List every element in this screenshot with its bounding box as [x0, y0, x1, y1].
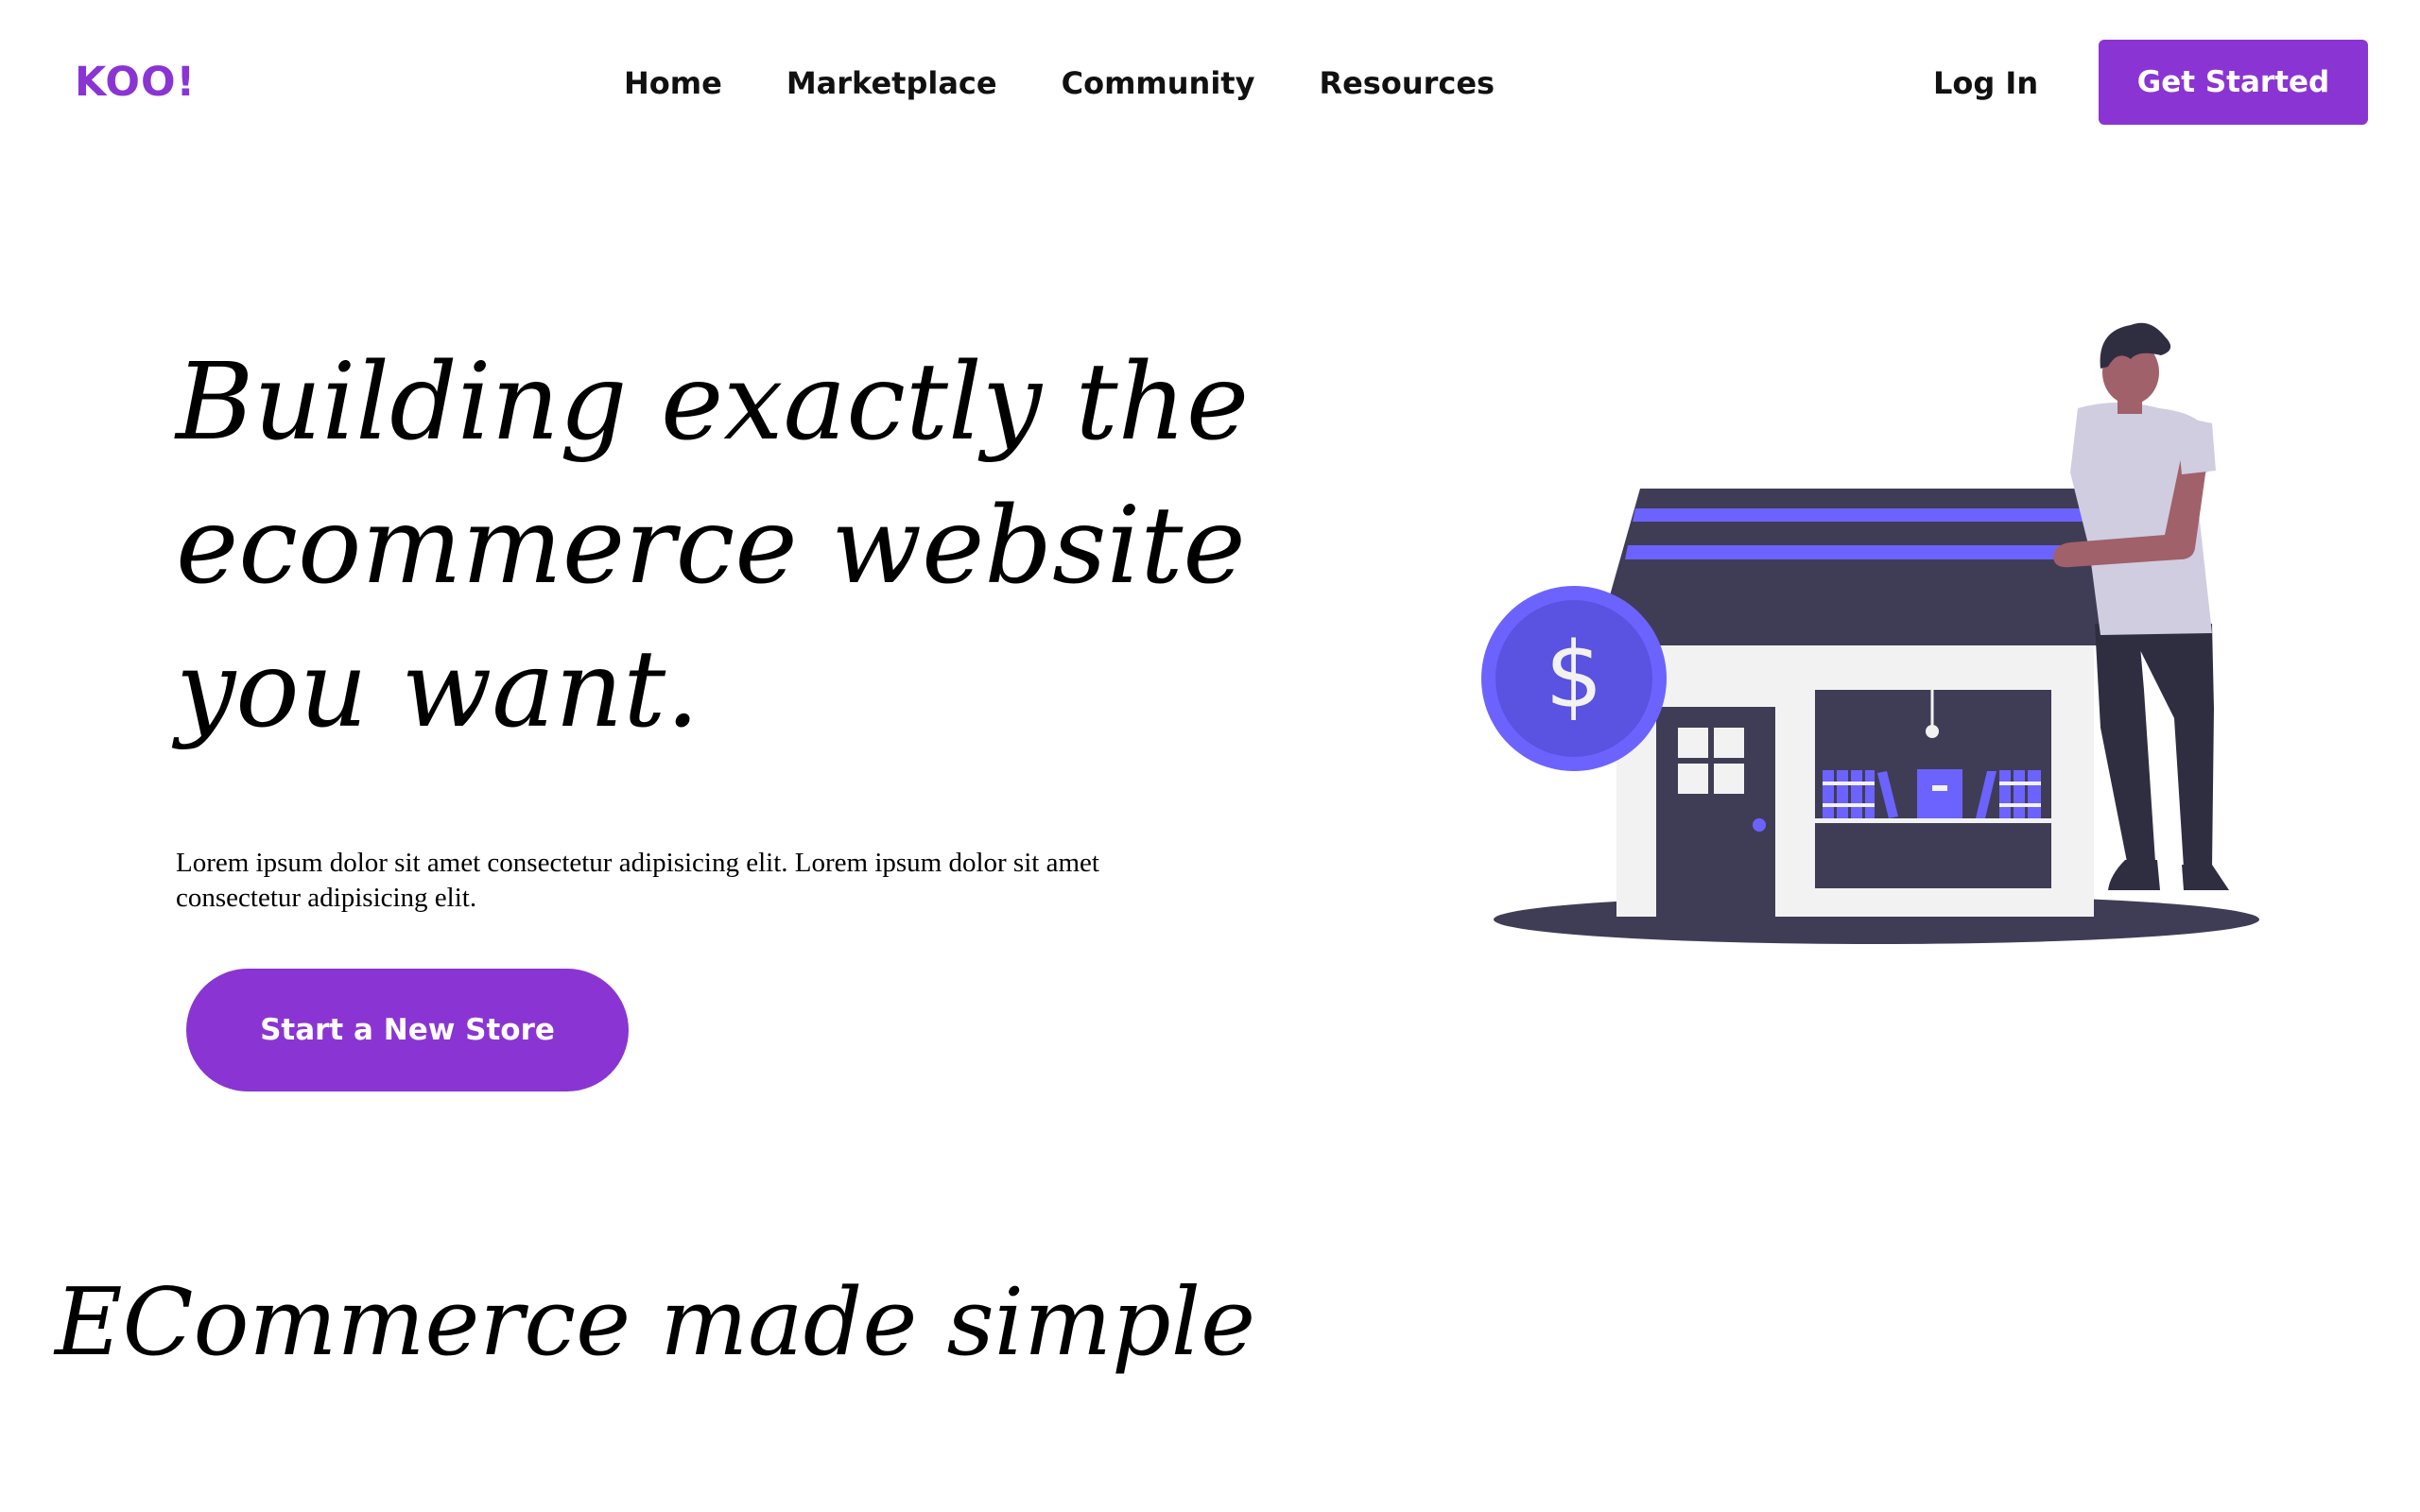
nav-link-resources[interactable]: Resources	[1319, 65, 1495, 101]
book	[1865, 770, 1875, 818]
person-shoe-right	[2182, 865, 2229, 890]
window-lamp	[1926, 725, 1939, 738]
get-started-button[interactable]: Get Started	[2099, 40, 2368, 125]
person-shoe-left	[2108, 860, 2160, 890]
book	[2028, 770, 2041, 818]
hero-description: Lorem ipsum dolor sit amet consectetur a…	[176, 848, 1099, 913]
door-knob	[1753, 818, 1766, 832]
section-title: ECommerce made simple	[55, 1269, 1256, 1377]
brand-logo[interactable]: KOO!	[75, 59, 196, 106]
nav-link-community[interactable]: Community	[1062, 65, 1255, 101]
nav-link-home[interactable]: Home	[624, 65, 722, 101]
book	[1851, 770, 1862, 818]
door-window-pane	[1714, 728, 1744, 758]
window-shelf	[1815, 818, 2051, 823]
product-box	[1917, 769, 1962, 818]
start-new-store-button[interactable]: Start a New Store	[186, 969, 629, 1091]
login-link[interactable]: Log In	[1933, 62, 2038, 104]
door-window-pane	[1678, 728, 1708, 758]
door-window-pane	[1678, 764, 1708, 794]
product-box-label	[1932, 785, 1947, 791]
roof-stripe-bottom	[1625, 545, 2115, 559]
roof-stripe-top	[1633, 508, 2107, 522]
book-stripe	[1999, 803, 2041, 807]
book	[1999, 770, 2011, 818]
door-window-pane	[1714, 764, 1744, 794]
book-stripe	[1823, 782, 1875, 785]
hero-title: Building exactly the ecommerce website y…	[176, 341, 1250, 751]
main-nav-links: Home Marketplace Community Resources	[624, 62, 1559, 104]
dollar-icon: $	[1545, 623, 1602, 729]
book	[1823, 770, 1834, 818]
book	[1837, 770, 1848, 818]
person-sleeve	[2176, 416, 2216, 474]
book	[2014, 770, 2025, 818]
storefront-illustration: $	[1481, 322, 2259, 944]
nav-link-marketplace[interactable]: Marketplace	[786, 65, 997, 101]
book-stripe	[1823, 803, 1875, 807]
book-stripe	[1999, 782, 2041, 785]
top-navigation: KOO! Home Marketplace Community Resource…	[0, 0, 2420, 165]
